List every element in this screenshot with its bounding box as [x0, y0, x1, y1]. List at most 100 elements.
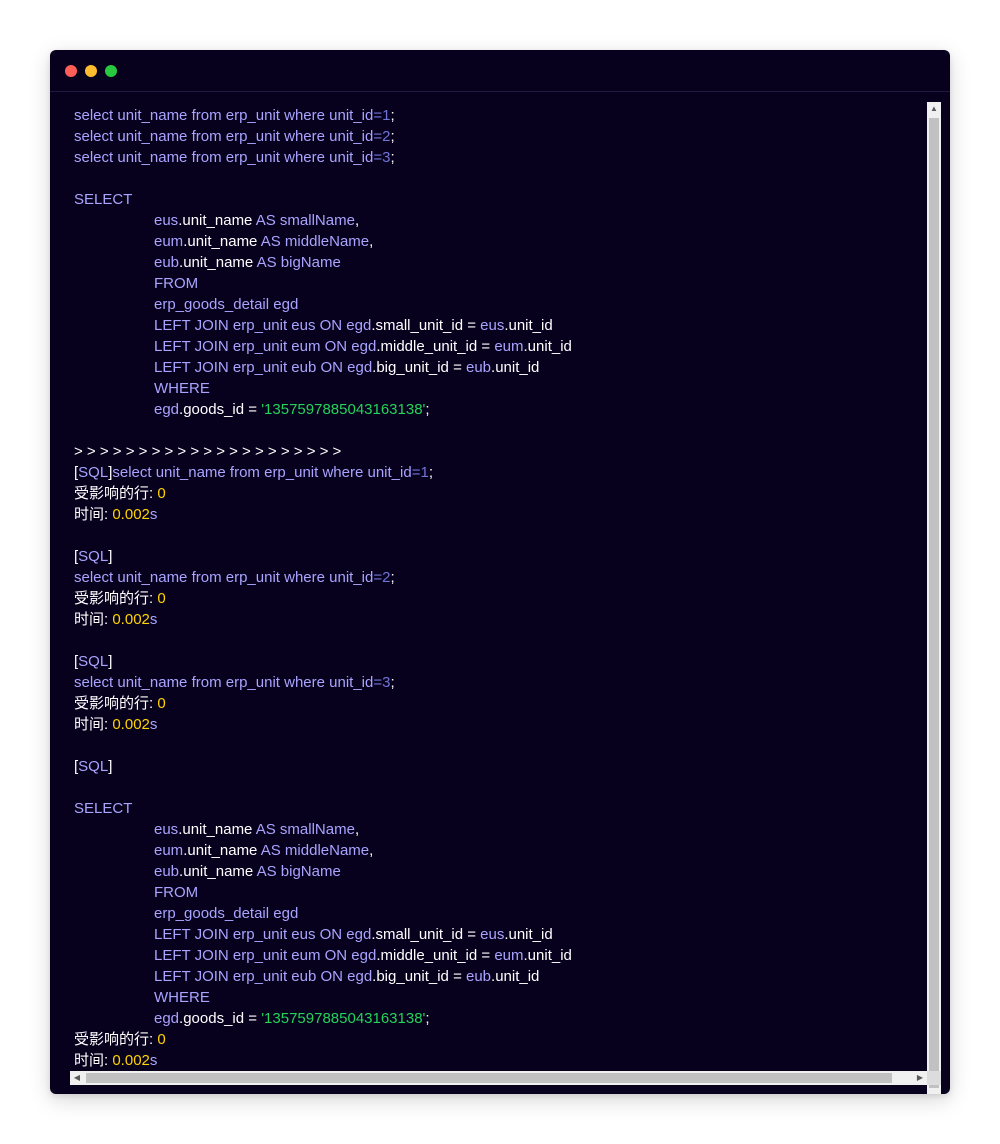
code-token: select unit_name from erp_unit where uni… [112, 464, 412, 481]
code-token: AS middleName [260, 233, 370, 250]
code-line: [SQL]select unit_name from erp_unit wher… [74, 462, 924, 483]
code-token: s [149, 1052, 158, 1069]
code-line: LEFT JOIN erp_unit eum ON egd.middle_uni… [74, 336, 924, 357]
code-token: s [149, 611, 158, 628]
maximize-dot[interactable] [105, 65, 117, 77]
code-token: eub [154, 863, 180, 880]
code-output-area[interactable]: select unit_name from erp_unit where uni… [70, 102, 927, 1094]
code-token: ; [390, 149, 395, 166]
code-token: .big_unit_id = [372, 359, 466, 376]
code-line: 时间: 0.002s [74, 609, 924, 630]
code-token: , [369, 842, 374, 859]
code-token: ] [108, 548, 113, 565]
code-line: WHERE [74, 987, 924, 1008]
code-line: LEFT JOIN erp_unit eum ON egd.middle_uni… [74, 945, 924, 966]
code-token: .unit_name [178, 821, 256, 838]
code-token: erp_goods_detail egd [154, 296, 299, 313]
code-token: , [354, 821, 360, 838]
code-token: SQL [78, 548, 109, 565]
code-token: 0.002 [112, 506, 150, 523]
code-line: eub.unit_name AS bigName [74, 252, 924, 273]
code-token: .unit_name [183, 233, 261, 250]
code-token: .unit_id [523, 947, 572, 964]
code-line: LEFT JOIN erp_unit eus ON egd.small_unit… [74, 315, 924, 336]
code-line: LEFT JOIN erp_unit eus ON egd.small_unit… [74, 924, 924, 945]
code-token: AS smallName [255, 821, 355, 838]
code-token: egd [154, 1010, 180, 1027]
code-token: =1 [373, 107, 391, 124]
code-line: eum.unit_name AS middleName, [74, 231, 924, 252]
code-token: .goods_id = [179, 1010, 262, 1027]
code-token: eub [466, 359, 492, 376]
scroll-left-arrow-icon[interactable]: ◀ [70, 1071, 84, 1085]
code-line: eub.unit_name AS bigName [74, 861, 924, 882]
code-token: FROM [154, 884, 199, 901]
code-token: ; [390, 128, 395, 145]
code-token: select unit_name from erp_unit where uni… [74, 107, 374, 124]
code-token: ; [425, 1010, 430, 1027]
code-line: > > > > > > > > > > > > > > > > > > > > … [74, 441, 924, 462]
code-token: .unit_id [491, 968, 540, 985]
code-token: select unit_name from erp_unit where uni… [74, 149, 374, 166]
code-line: select unit_name from erp_unit where uni… [74, 567, 924, 588]
code-line: 受影响的行: 0 [74, 1029, 924, 1050]
code-line: egd.goods_id = '1357597885043163138'; [74, 1008, 924, 1029]
code-token: .small_unit_id = [371, 926, 481, 943]
code-token: '1357597885043163138' [261, 1010, 426, 1027]
code-line: SELECT [74, 798, 924, 819]
code-token: LEFT JOIN erp_unit eum ON egd [154, 338, 377, 355]
code-line: eus.unit_name AS smallName, [74, 210, 924, 231]
code-token: eus [480, 926, 505, 943]
close-dot[interactable] [65, 65, 77, 77]
code-token: .unit_name [179, 863, 257, 880]
code-block: select unit_name from erp_unit where uni… [74, 105, 924, 1071]
code-line: 受影响的行: 0 [74, 483, 924, 504]
scroll-right-arrow-icon[interactable]: ▶ [913, 1071, 927, 1085]
code-token: ] [108, 758, 113, 775]
code-line: [SQL] [74, 756, 924, 777]
horizontal-scrollbar[interactable]: ◀ ▶ [70, 1071, 927, 1085]
code-line: SELECT [74, 189, 924, 210]
code-token: select unit_name from erp_unit where uni… [74, 674, 374, 691]
code-line: [SQL] [74, 546, 924, 567]
code-token: AS middleName [260, 842, 370, 859]
code-token: eus [480, 317, 505, 334]
code-line: 受影响的行: 0 [74, 693, 924, 714]
code-token: .big_unit_id = [372, 968, 466, 985]
vertical-scrollbar[interactable]: ▲ ▼ [927, 102, 941, 1094]
code-token: , [369, 233, 374, 250]
minimize-dot[interactable] [85, 65, 97, 77]
code-line: eum.unit_name AS middleName, [74, 840, 924, 861]
code-token: s [149, 716, 158, 733]
horizontal-scroll-thumb[interactable] [86, 1073, 892, 1083]
vertical-scroll-thumb[interactable] [929, 118, 939, 1088]
code-line: eus.unit_name AS smallName, [74, 819, 924, 840]
code-token: =1 [411, 464, 429, 481]
code-token: > > > > > > > > > > > > > > > > > > > > … [74, 443, 342, 460]
code-token: s [149, 506, 158, 523]
code-line: 时间: 0.002s [74, 1050, 924, 1071]
code-token: 受影响的行: [74, 695, 158, 712]
code-token: =2 [373, 128, 391, 145]
code-line: [SQL] [74, 651, 924, 672]
code-token: .unit_name [179, 254, 257, 271]
code-token: eus [154, 821, 179, 838]
code-token: .goods_id = [179, 401, 262, 418]
code-token: SQL [78, 464, 109, 481]
code-token: 时间: [74, 716, 113, 733]
code-token: LEFT JOIN erp_unit eub ON egd [154, 968, 373, 985]
code-token: AS bigName [256, 863, 341, 880]
code-token: .unit_name [178, 212, 256, 229]
scroll-up-arrow-icon[interactable]: ▲ [927, 102, 941, 116]
code-token: ; [390, 569, 395, 586]
code-token: 0 [157, 1031, 166, 1048]
code-token: .middle_unit_id = [376, 947, 495, 964]
code-line: select unit_name from erp_unit where uni… [74, 672, 924, 693]
code-line: 时间: 0.002s [74, 504, 924, 525]
code-token: 受影响的行: [74, 485, 158, 502]
code-token: 0 [157, 695, 166, 712]
